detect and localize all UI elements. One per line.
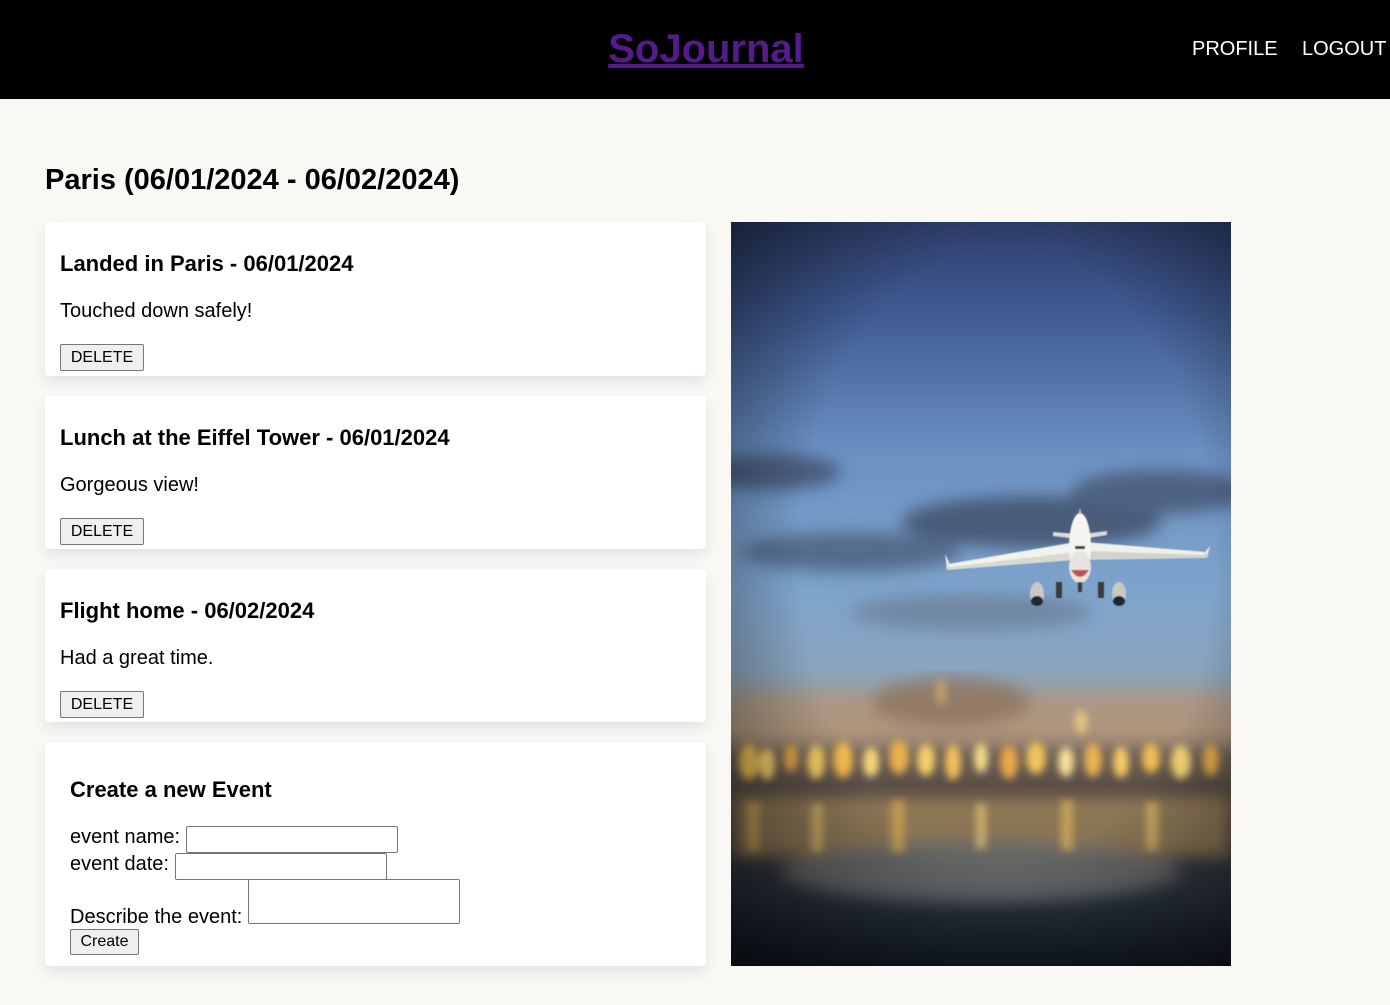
delete-event-button[interactable]: DELETE (60, 344, 144, 371)
top-navigation-bar: SoJournal PROFILE LOGOUT (0, 0, 1390, 99)
event-name-input[interactable] (186, 826, 398, 853)
profile-link[interactable]: PROFILE (1192, 37, 1278, 61)
event-description-label: Describe the event: (70, 906, 243, 928)
event-description: Touched down safely! (60, 300, 253, 322)
event-title: Flight home - 06/02/2024 (60, 598, 315, 623)
logout-link[interactable]: LOGOUT (1302, 37, 1386, 61)
trip-title: Paris (06/01/2024 - 06/02/2024) (45, 164, 460, 196)
event-card: Lunch at the Eiffel Tower - 06/01/2024 G… (45, 396, 706, 549)
brand-link[interactable]: SoJournal (0, 26, 1390, 72)
event-title: Landed in Paris - 06/01/2024 (60, 251, 354, 276)
event-card: Flight home - 06/02/2024 Had a great tim… (45, 569, 706, 722)
event-date-input[interactable] (175, 853, 387, 880)
create-event-button[interactable]: Create (70, 929, 139, 955)
event-date-label: event date: (70, 853, 169, 875)
event-description-textarea[interactable] (248, 879, 460, 924)
event-description: Had a great time. (60, 647, 214, 669)
event-name-label: event name: (70, 826, 181, 848)
event-description: Gorgeous view! (60, 474, 199, 496)
delete-event-button[interactable]: DELETE (60, 691, 144, 718)
airplane-photo (731, 222, 1231, 966)
event-title: Lunch at the Eiffel Tower - 06/01/2024 (60, 425, 450, 450)
create-event-heading: Create a new Event (70, 777, 272, 802)
create-event-form: Create a new Event event name: event dat… (45, 742, 706, 966)
delete-event-button[interactable]: DELETE (60, 518, 144, 545)
event-card: Landed in Paris - 06/01/2024 Touched dow… (45, 222, 706, 376)
